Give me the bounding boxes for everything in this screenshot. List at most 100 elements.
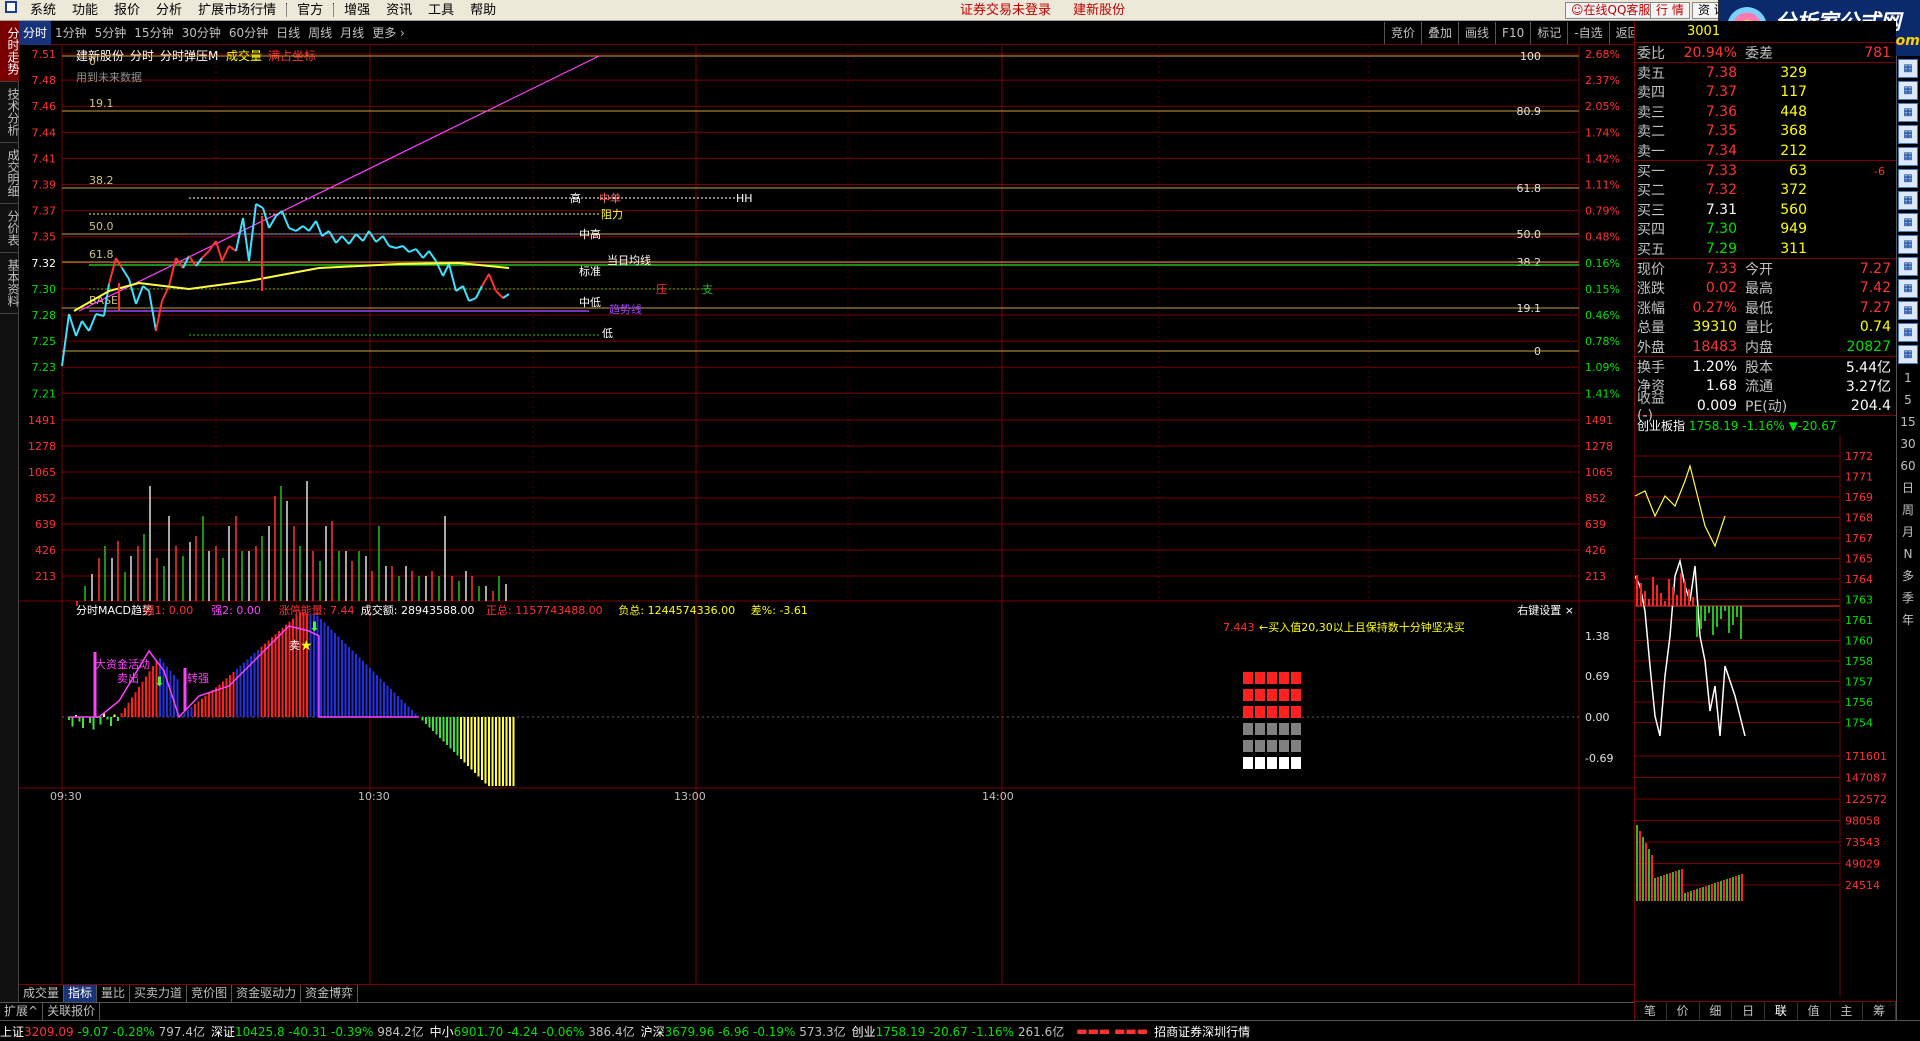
intraday-chart-canvas[interactable]: 7.51 2.68% 7.48 2.37% 7.46 2.05% 7.44 1.74% 7.41…	[19, 46, 1634, 986]
toolbar-tool-icon[interactable]: ▦	[1898, 59, 1918, 78]
tab-tick[interactable]: 笔	[1634, 1002, 1667, 1020]
period-shortcut-周[interactable]: 周	[1897, 499, 1919, 521]
qq-support-button[interactable]: ☺在线QQ客服	[1565, 2, 1657, 19]
market-button[interactable]: 行 情	[1650, 2, 1690, 19]
period-30min[interactable]: 30分钟	[178, 21, 225, 45]
extend-button[interactable]: 扩展^	[0, 1003, 44, 1020]
period-shortcut-30[interactable]: 30	[1897, 433, 1919, 455]
tab-fund-game[interactable]: 资金博弈	[301, 985, 359, 1002]
toolbar-tool-icon[interactable]: ▦	[1898, 191, 1918, 210]
period-shortcut-月[interactable]: 月	[1897, 521, 1919, 543]
tab-auction-chart[interactable]: 竞价图	[187, 985, 233, 1002]
order-book-row[interactable]: 卖五 7.38 329	[1635, 63, 1896, 82]
period-60min[interactable]: 60分钟	[225, 21, 272, 45]
period-shortcut-5[interactable]: 5	[1897, 389, 1919, 411]
menu-news[interactable]: 资讯	[378, 0, 420, 21]
period-shortcut-60[interactable]: 60	[1897, 455, 1919, 477]
period-shortcut-多[interactable]: 多	[1897, 565, 1919, 587]
tab-price-table[interactable]: 分价表	[0, 204, 20, 253]
toolbar-tool-icon[interactable]: ▦	[1898, 257, 1918, 276]
tab-value[interactable]: 值	[1798, 1002, 1831, 1020]
period-shortcut-N[interactable]: N	[1897, 543, 1919, 565]
toolbar-tool-icon[interactable]: ▦	[1898, 301, 1918, 320]
order-book-row[interactable]: 卖一 7.34 212	[1635, 141, 1896, 160]
order-book-row[interactable]: 买二 7.32 372	[1635, 181, 1896, 200]
toolbar-tool-icon[interactable]: ▦	[1898, 147, 1918, 166]
tab-main[interactable]: 主	[1831, 1002, 1864, 1020]
menu-analysis[interactable]: 分析	[148, 0, 190, 21]
toolbar-tool-icon[interactable]: ▦	[1898, 345, 1918, 364]
period-shortcut-季[interactable]: 季	[1897, 587, 1919, 609]
index-sh[interactable]: 上证3209.09 -9.07 -0.28% 797.4亿	[0, 1023, 205, 1040]
toolbar-tool-icon[interactable]: ▦	[1898, 323, 1918, 342]
tab-price[interactable]: 价	[1667, 1002, 1700, 1020]
index-sme[interactable]: 中小6901.70 -4.24 -0.06% 386.4亿	[430, 1023, 635, 1040]
menu-function[interactable]: 功能	[64, 0, 106, 21]
period-daily[interactable]: 日线	[272, 21, 304, 45]
tab-detail[interactable]: 细	[1700, 1002, 1733, 1020]
menu-official[interactable]: 官方	[289, 0, 331, 21]
index-sz[interactable]: 深证10425.8 -40.31 -0.39% 984.2亿	[211, 1023, 424, 1040]
period-monthly[interactable]: 月线	[336, 21, 368, 45]
menu-quote[interactable]: 报价	[106, 0, 148, 21]
tab-related[interactable]: 联	[1765, 1002, 1798, 1020]
trade-login-link[interactable]: 证券交易未登录	[960, 3, 1051, 18]
overlay-button[interactable]: 叠加	[1421, 22, 1458, 44]
tab-volume[interactable]: 成交量	[19, 985, 65, 1002]
board-index-chart[interactable]: 1772 1771 1769 1768 1767 1765 1764 1763 1761 1760…	[1634, 436, 1897, 997]
tab-volume-ratio[interactable]: 量比	[97, 985, 131, 1002]
mark-button[interactable]: 标记	[1530, 22, 1567, 44]
order-book-row[interactable]: 买四 7.30 949	[1635, 220, 1896, 239]
period-5min[interactable]: 5分钟	[91, 21, 131, 45]
index-gem[interactable]: 创业1758.19 -20.67 -1.16% 261.6亿	[852, 1023, 1065, 1040]
index-hs300[interactable]: 沪深3679.96 -6.96 -0.19% 573.3亿	[641, 1023, 846, 1040]
tab-technical[interactable]: 技术分析	[0, 82, 20, 143]
period-more[interactable]: 更多 ›	[368, 21, 409, 45]
tab-indicator[interactable]: 指标	[64, 985, 98, 1002]
menu-enhance[interactable]: 增强	[336, 0, 378, 21]
tab-buy-sell-force[interactable]: 买卖力道	[130, 985, 188, 1002]
stock-code: 3001	[1635, 21, 1896, 43]
tab-day[interactable]: 日	[1732, 1002, 1765, 1020]
period-shortcut-15[interactable]: 15	[1897, 411, 1919, 433]
qq-icon: ☺	[1571, 3, 1584, 17]
period-intraday[interactable]: 分时	[19, 20, 52, 45]
order-book-row[interactable]: 卖四 7.37 117	[1635, 83, 1896, 102]
order-book-row[interactable]: 买一 7.33 63 -6	[1635, 161, 1896, 180]
toolbar-tool-icon[interactable]: ▦	[1898, 235, 1918, 254]
tab-fund-drive[interactable]: 资金驱动力	[232, 985, 302, 1002]
related-quote-tab[interactable]: 关联报价	[43, 1003, 101, 1020]
period-weekly[interactable]: 周线	[304, 21, 336, 45]
f10-button[interactable]: F10	[1495, 22, 1530, 44]
order-book-row[interactable]: 买五 7.29 311	[1635, 239, 1896, 258]
intraday-chart[interactable]: 7.51 2.68% 7.48 2.37% 7.46 2.05% 7.44 1.74% 7.41…	[19, 46, 1634, 986]
tab-intraday[interactable]: 分时走势	[0, 21, 20, 82]
draw-line-button[interactable]: 画线	[1458, 22, 1495, 44]
tab-trade-detail[interactable]: 成交明细	[0, 143, 20, 204]
auction-button[interactable]: 竞价	[1384, 22, 1421, 44]
toolbar-tool-icon[interactable]: ▦	[1898, 81, 1918, 100]
remove-watchlist-button[interactable]: -自选	[1567, 22, 1608, 44]
toolbar-tool-icon[interactable]: ▦	[1898, 103, 1918, 122]
period-shortcut-日[interactable]: 日	[1897, 477, 1919, 499]
current-stock-link[interactable]: 建新股份	[1073, 3, 1125, 18]
menu-ext-market[interactable]: 扩展市场行情	[190, 0, 284, 21]
toolbar-tool-icon[interactable]: ▦	[1898, 279, 1918, 298]
order-book-row[interactable]: 买三 7.31 560	[1635, 200, 1896, 219]
toolbar-tool-icon[interactable]: ▦	[1898, 213, 1918, 232]
order-book-row[interactable]: 卖三 7.36 448	[1635, 102, 1896, 121]
period-shortcut-1[interactable]: 1	[1897, 367, 1919, 389]
period-15min[interactable]: 15分钟	[130, 21, 177, 45]
board-index-header[interactable]: 创业板指 1758.19 -1.16% ▼-20.67	[1635, 416, 1896, 436]
menu-tools[interactable]: 工具	[420, 0, 462, 21]
period-1min[interactable]: 1分钟	[51, 21, 91, 45]
tab-chips[interactable]: 筹	[1863, 1002, 1896, 1020]
menu-system[interactable]: 系统	[22, 0, 64, 21]
toolbar-tool-icon[interactable]: ▦	[1898, 125, 1918, 144]
order-book-row[interactable]: 卖二 7.35 368	[1635, 122, 1896, 141]
app-icon[interactable]	[0, 0, 22, 21]
menu-help[interactable]: 帮助	[462, 0, 504, 21]
toolbar-tool-icon[interactable]: ▦	[1898, 169, 1918, 188]
tab-fundamentals[interactable]: 基本资料	[0, 253, 20, 314]
period-shortcut-年[interactable]: 年	[1897, 609, 1919, 631]
